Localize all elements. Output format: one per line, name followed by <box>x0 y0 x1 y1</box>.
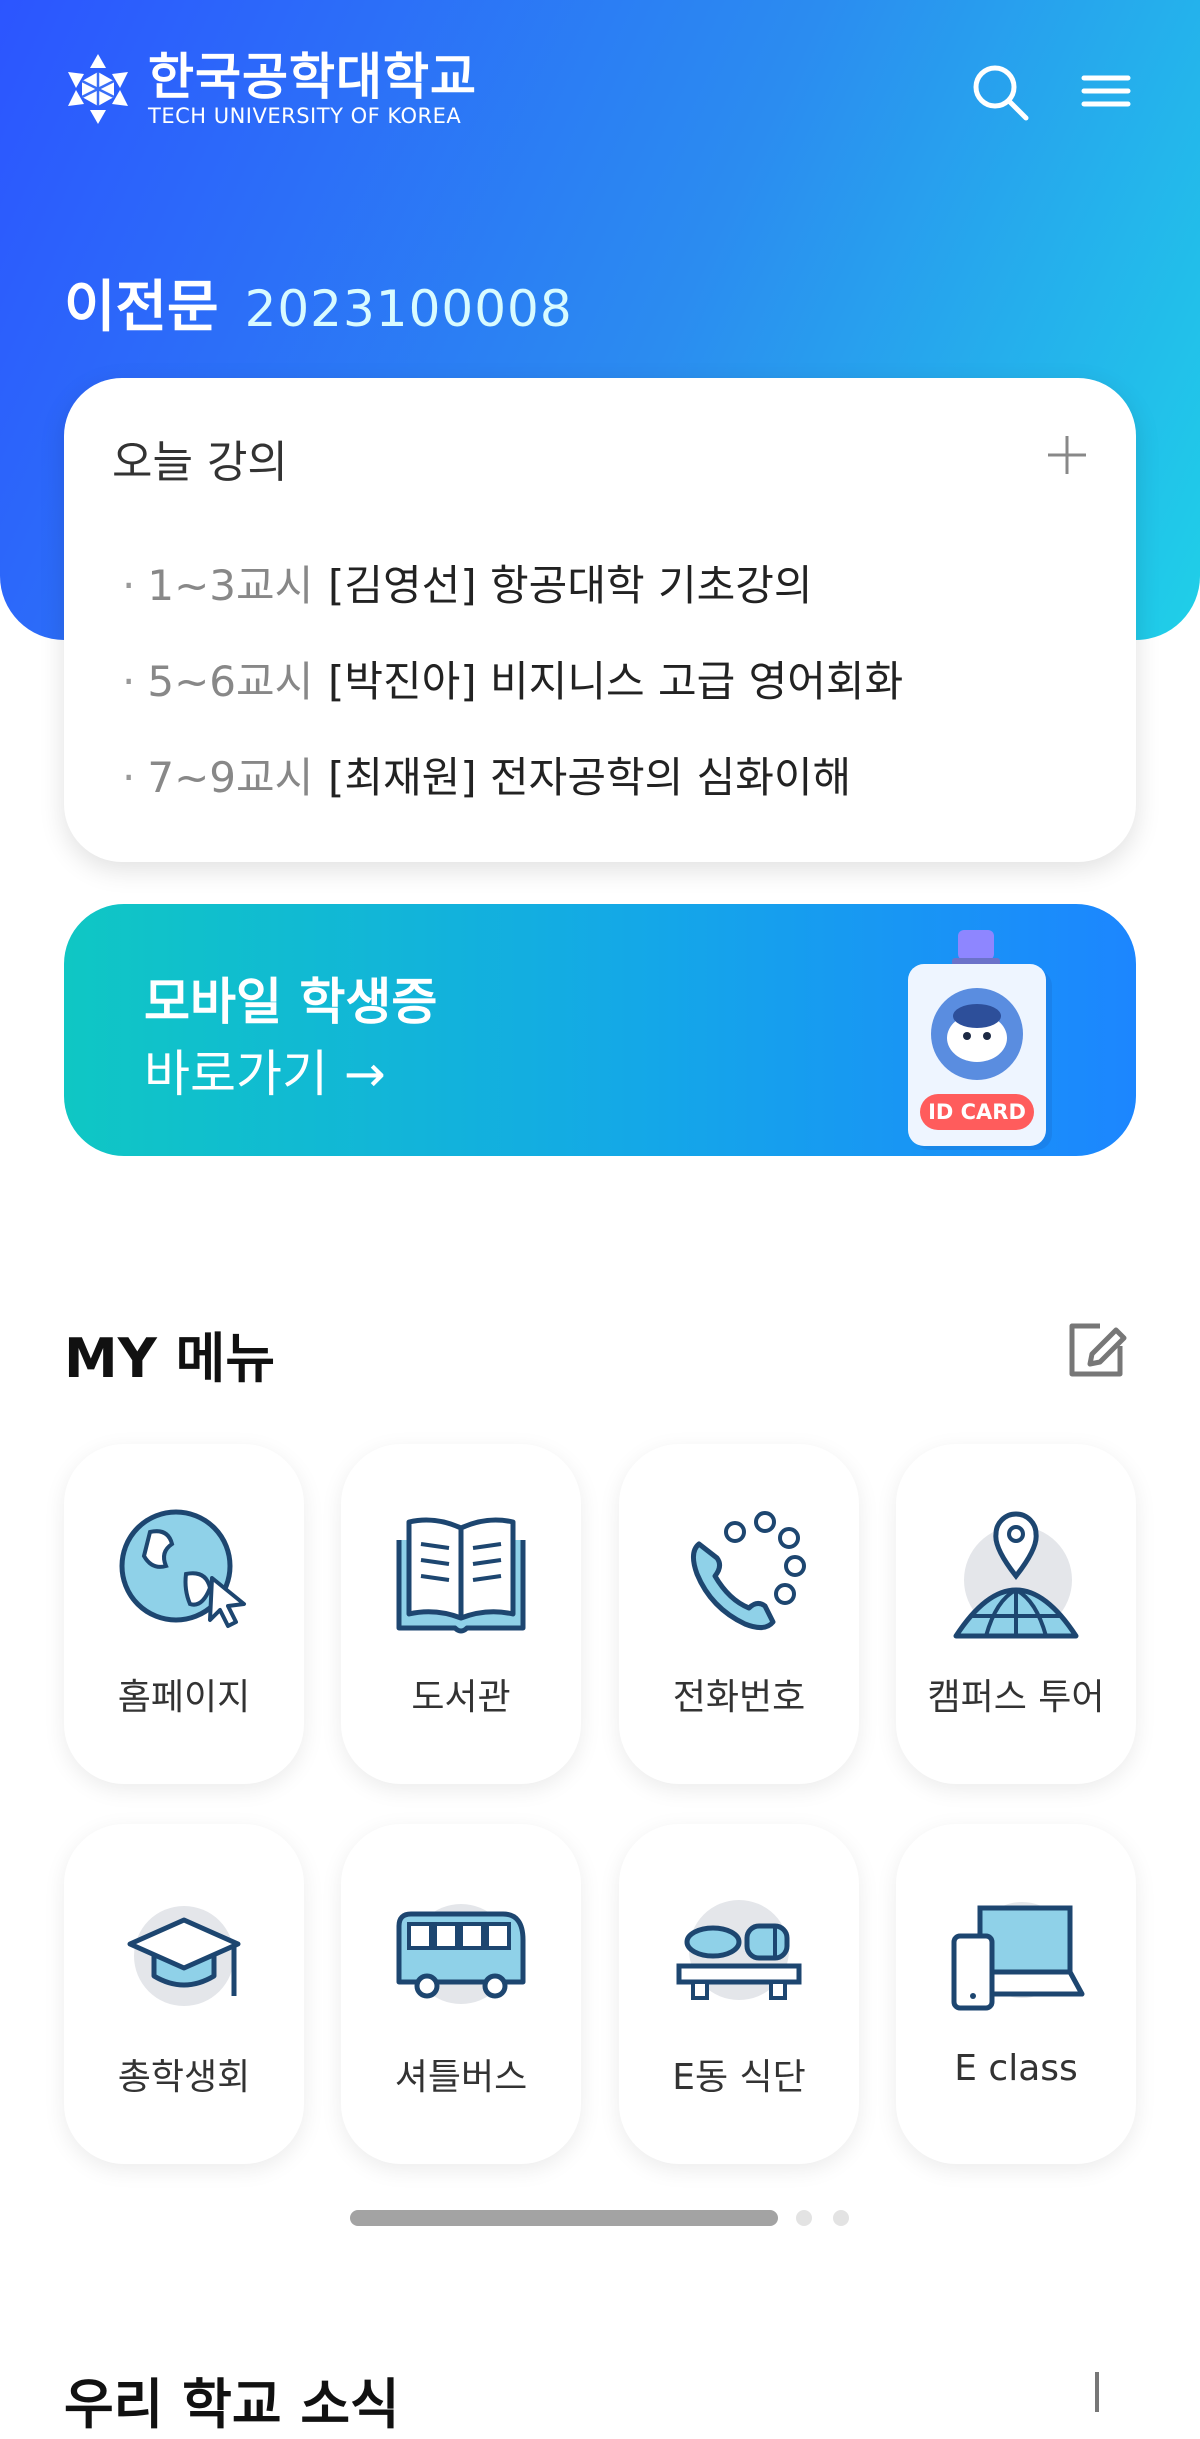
menu-tile-e-class[interactable]: E class <box>896 1824 1136 2164</box>
menu-label: 전화번호 <box>672 1677 806 1718</box>
lecture-period: 5~6교시 <box>122 648 322 709</box>
snowflake-logo-icon <box>68 54 128 124</box>
page-indicator-active[interactable] <box>350 2210 778 2226</box>
plus-icon[interactable] <box>1042 430 1092 480</box>
my-menu-title: MY 메뉴 <box>64 1327 275 1390</box>
menu-tile-student-council[interactable]: 총학생회 <box>64 1824 304 2164</box>
my-menu-grid: 홈페이지 도서관 전화번호 캠퍼스 투어 총학생회 셔틀버스 E동 식단 E c… <box>64 1444 1136 2164</box>
lecture-item[interactable]: 5~6교시 [박진아] 비지니스 고급 영어회화 <box>122 630 903 726</box>
lecture-name: [최재원] 전자공학의 심화이해 <box>328 752 852 802</box>
menu-tile-e-dong-menu[interactable]: E동 식단 <box>619 1824 859 2164</box>
lecture-period: 7~9교시 <box>122 744 322 805</box>
menu-tile-phone[interactable]: 전화번호 <box>619 1444 859 1784</box>
id-card-label: ID CARD <box>928 1100 1026 1124</box>
today-lecture-title: 오늘 강의 <box>112 437 288 488</box>
id-banner-title: 모바일 학생증 <box>144 973 438 1031</box>
location-globe-icon <box>953 1511 1079 1639</box>
menu-label: 총학생회 <box>117 2057 251 2098</box>
logo-korean-text: 한국공학대학교 <box>148 48 477 106</box>
menu-tile-campus-tour[interactable]: 캠퍼스 투어 <box>896 1444 1136 1784</box>
menu-tile-shuttle-bus[interactable]: 셔틀버스 <box>341 1824 581 2164</box>
menu-label: 캠퍼스 투어 <box>927 1677 1105 1718</box>
lecture-item[interactable]: 7~9교시 [최재원] 전자공학의 심화이해 <box>122 726 903 822</box>
lecture-item[interactable]: 1~3교시 [김영선] 항공대학 기초강의 <box>122 534 903 630</box>
graduation-cap-icon <box>127 1906 241 2006</box>
devices-icon <box>951 1902 1085 2011</box>
menu-label: 홈페이지 <box>117 1677 251 1718</box>
page-indicator-dot[interactable] <box>796 2210 812 2226</box>
mobile-student-id-banner[interactable]: 모바일 학생증 바로가기 → ID CARD <box>64 904 1136 1156</box>
hamburger-menu-icon[interactable] <box>1072 60 1136 124</box>
plus-icon[interactable] <box>1086 2372 1108 2412</box>
user-name: 이전문 <box>64 275 219 340</box>
book-icon <box>396 1517 526 1634</box>
menu-tile-homepage[interactable]: 홈페이지 <box>64 1444 304 1784</box>
logo-english-text: TECH UNIVERSITY OF KOREA <box>148 104 462 128</box>
user-info: 이전문 2023100008 <box>64 262 573 343</box>
edit-icon[interactable] <box>1062 1316 1130 1384</box>
lecture-period: 1~3교시 <box>122 552 322 613</box>
phone-icon <box>691 1511 806 1630</box>
search-icon[interactable] <box>968 60 1032 124</box>
lecture-list: 1~3교시 [김영선] 항공대학 기초강의 5~6교시 [박진아] 비지니스 고… <box>122 534 903 822</box>
menu-tile-library[interactable]: 도서관 <box>341 1444 581 1784</box>
university-logo[interactable]: 한국공학대학교 TECH UNIVERSITY OF KOREA <box>64 50 477 128</box>
student-id: 2023100008 <box>244 280 573 338</box>
menu-label: 셔틀버스 <box>394 2057 528 2098</box>
food-tray-icon <box>676 1900 802 2000</box>
id-banner-link[interactable]: 바로가기 → <box>144 1034 386 1106</box>
page-indicator-dot[interactable] <box>833 2210 849 2226</box>
globe-cursor-icon <box>119 1509 246 1628</box>
bus-icon <box>396 1904 526 2004</box>
today-lecture-card: 오늘 강의 1~3교시 [김영선] 항공대학 기초강의 5~6교시 [박진아] … <box>64 378 1136 862</box>
lecture-name: [김영선] 항공대학 기초강의 <box>328 560 813 610</box>
menu-label: E동 식단 <box>672 2057 806 2098</box>
id-card-icon: ID CARD <box>908 930 1052 1150</box>
lecture-name: [박진아] 비지니스 고급 영어회화 <box>328 656 904 706</box>
menu-label: E class <box>954 2048 1078 2089</box>
menu-label: 도서관 <box>411 1677 511 1718</box>
